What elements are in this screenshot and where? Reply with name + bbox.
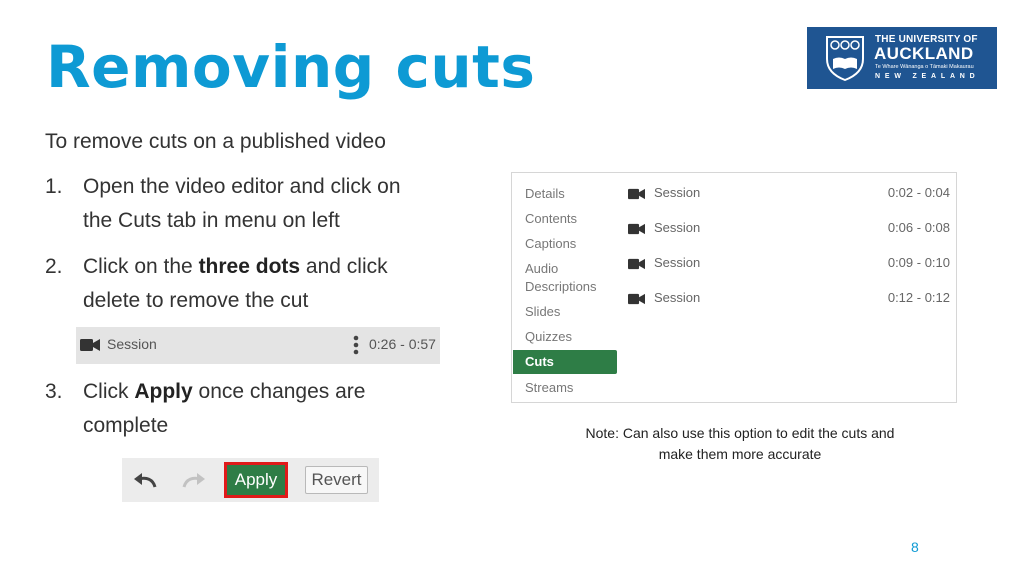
logo-line-3: Te Whare Wānanga o Tāmaki Makaurau: [875, 64, 974, 70]
menu-item-contents[interactable]: Contents: [525, 210, 577, 228]
slide-title: Removing cuts: [46, 33, 536, 101]
more-options-icon[interactable]: [352, 334, 360, 356]
step-number: 1.: [45, 175, 63, 198]
step-line-2: complete: [83, 414, 169, 437]
step-line-1: Click on the three dots and click: [83, 250, 493, 284]
session-label: Session: [107, 336, 157, 352]
session-time: 0:12 - 0:12: [887, 290, 950, 305]
video-camera-icon: [80, 339, 100, 351]
session-row-example: Session 0:26 - 0:57: [76, 327, 440, 364]
video-camera-icon: [628, 223, 645, 235]
editor-toolbar: Apply Revert: [122, 458, 379, 502]
step-bold-text: Apply: [134, 380, 193, 403]
note-line-1: Note: Can also use this option to edit t…: [585, 425, 895, 441]
apply-button[interactable]: Apply: [224, 462, 288, 498]
step-body: Click on the three dots and click delete…: [83, 250, 493, 318]
video-camera-icon: [628, 188, 645, 200]
step-text: and click: [300, 255, 388, 278]
step-number: 2.: [45, 255, 63, 278]
step-line-1: Open the video editor and click on: [83, 175, 401, 198]
menu-item-captions[interactable]: Captions: [525, 235, 576, 253]
note-text: Note: Can also use this option to edit t…: [555, 423, 925, 465]
page-number: 8: [911, 539, 919, 555]
menu-item-details[interactable]: Details: [525, 185, 565, 203]
session-time: 0:09 - 0:10: [887, 255, 950, 270]
crest-icon: [826, 36, 864, 81]
session-time: 0:06 - 0:08: [887, 220, 950, 235]
step-text: Click on the: [83, 255, 199, 278]
menu-item-cuts[interactable]: Cuts: [513, 350, 617, 374]
step-number: 3.: [45, 380, 63, 403]
intro-text: To remove cuts on a published video: [45, 130, 386, 153]
logo-line-2: AUCKLAND: [874, 44, 974, 63]
session-row[interactable]: Session 0:09 - 0:10: [628, 255, 950, 273]
session-row[interactable]: Session 0:06 - 0:08: [628, 220, 950, 238]
menu-item-audio[interactable]: Audio: [525, 260, 558, 278]
video-camera-icon: [628, 258, 645, 270]
session-label: Session: [654, 185, 701, 200]
logo-line-4: NEW ZEALAND: [875, 73, 980, 80]
menu-item-slides[interactable]: Slides: [525, 303, 560, 321]
step-bold-text: three dots: [198, 255, 301, 278]
step-line-2: the Cuts tab in menu on left: [83, 209, 340, 232]
step-text: once changes are: [192, 380, 366, 403]
menu-item-quizzes[interactable]: Quizzes: [525, 328, 572, 346]
step-text: Click: [83, 380, 135, 403]
step-line-2: delete to remove the cut: [83, 289, 309, 312]
revert-button[interactable]: Revert: [305, 466, 368, 494]
menu-item-streams[interactable]: Streams: [525, 379, 573, 397]
undo-icon[interactable]: [131, 471, 159, 489]
video-camera-icon: [628, 293, 645, 305]
university-logo: THE UNIVERSITY OF AUCKLAND Te Whare Wāna…: [807, 27, 997, 89]
step-body: Click Apply once changes are complete: [83, 375, 493, 443]
redo-icon[interactable]: [180, 471, 208, 489]
cuts-editor-panel: Details Contents Captions Audio Descript…: [511, 172, 957, 403]
session-label: Session: [654, 220, 701, 235]
session-time: 0:02 - 0:04: [887, 185, 950, 200]
step-line-1: Click Apply once changes are: [83, 375, 493, 409]
session-label: Session: [654, 290, 701, 305]
session-row[interactable]: Session 0:02 - 0:04: [628, 185, 950, 203]
menu-item-descriptions[interactable]: Descriptions: [525, 278, 597, 296]
session-row[interactable]: Session 0:12 - 0:12: [628, 290, 950, 308]
step-body: Open the video editor and click on the C…: [83, 170, 493, 238]
note-line-2: make them more accurate: [658, 446, 822, 462]
session-time: 0:26 - 0:57: [369, 336, 436, 352]
session-label: Session: [654, 255, 701, 270]
